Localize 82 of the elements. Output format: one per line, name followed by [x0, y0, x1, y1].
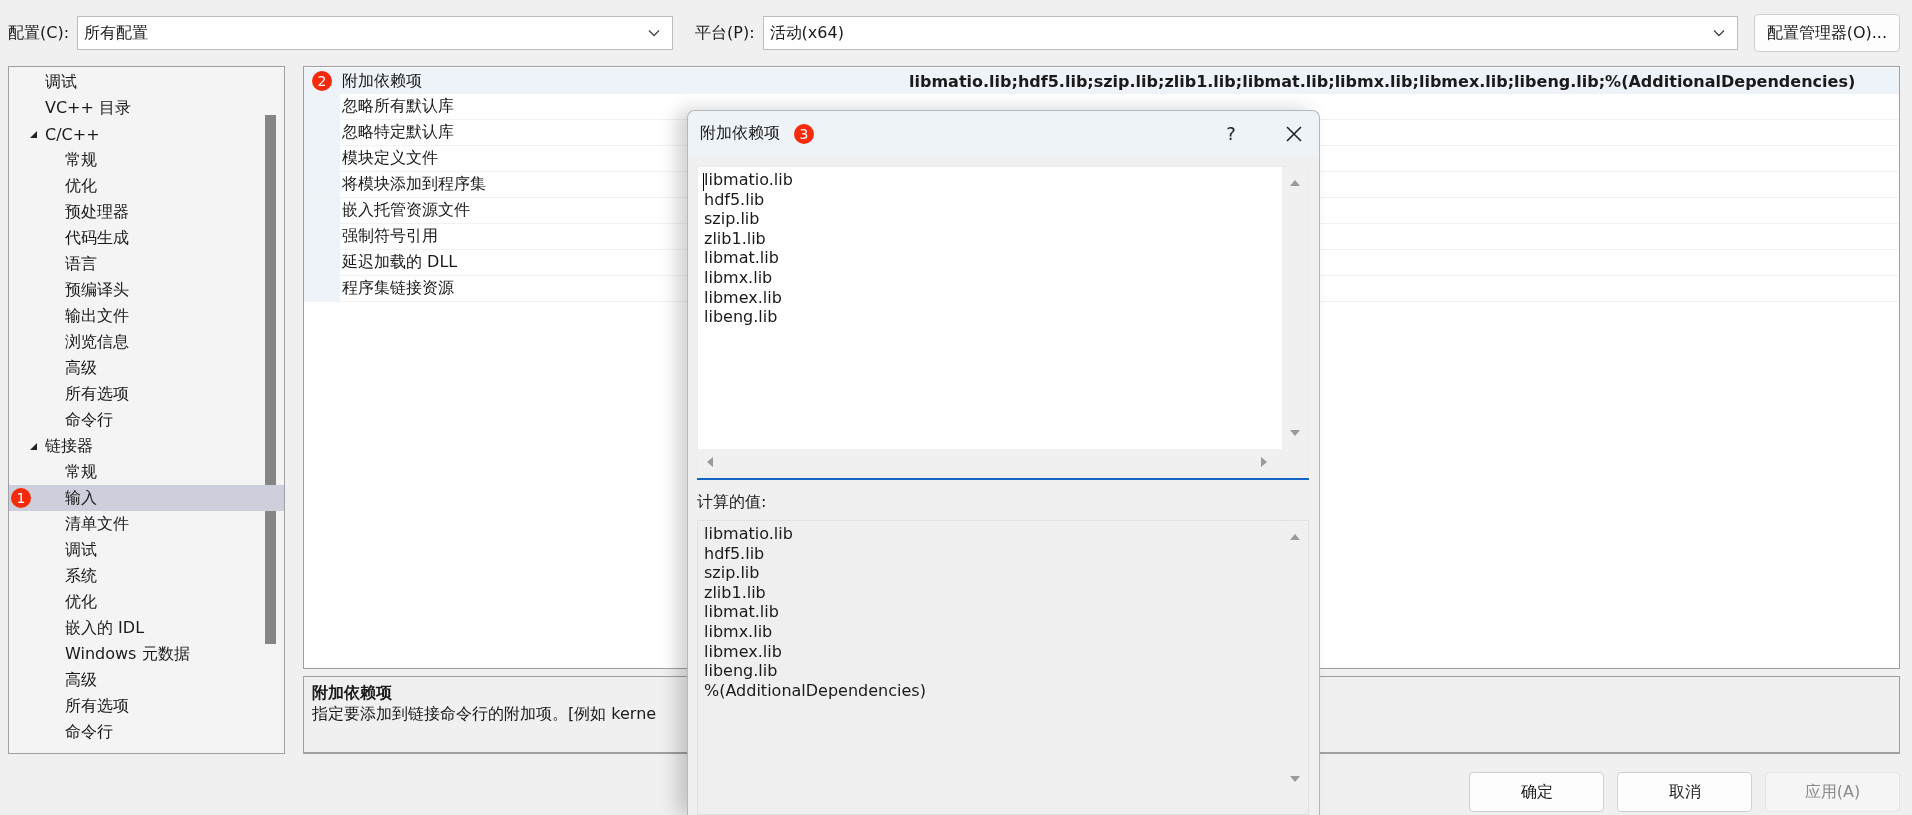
scroll-up-arrow-icon[interactable] — [1289, 179, 1301, 187]
tree-item[interactable]: 1 输入 — [9, 485, 284, 511]
editor-line: hdf5.lib — [704, 189, 766, 210]
tree-item[interactable]: 清单文件 — [9, 511, 284, 537]
expanded-arrow-icon[interactable] — [29, 442, 38, 451]
tree-item[interactable]: 预编译头 — [9, 277, 284, 303]
description-text: 指定要添加到链接命令行的附加项。[例如 kerne — [312, 704, 657, 725]
help-button[interactable]: ? — [1211, 122, 1251, 145]
property-name[interactable]: 延迟加载的 DLL — [340, 252, 458, 273]
tree-item[interactable]: VC++ 目录 — [9, 95, 284, 121]
property-name[interactable]: 将模块添加到程序集 — [340, 174, 486, 195]
property-name[interactable]: 程序集链接资源 — [340, 278, 454, 299]
platform-label: 平台(P): — [695, 22, 755, 44]
tree-item[interactable]: 优化 — [9, 589, 284, 615]
property-name[interactable]: 嵌入托管资源文件 — [340, 200, 470, 221]
tree-item[interactable]: 链接器 — [9, 433, 284, 459]
tree-item[interactable]: 系统 — [9, 563, 284, 589]
scroll-up-arrow-icon[interactable] — [1289, 533, 1301, 541]
tree-item[interactable]: 语言 — [9, 251, 284, 277]
computed-line: %(AdditionalDependencies) — [704, 680, 927, 701]
chevron-down-icon[interactable] — [1712, 29, 1725, 37]
editor-line: libeng.lib — [704, 307, 779, 327]
description-title: 附加依赖项 — [312, 683, 392, 704]
tree-item[interactable]: 调试 — [9, 537, 284, 563]
scrollbar-thumb[interactable] — [265, 115, 276, 644]
platform-dropdown[interactable]: 活动(x64) — [762, 16, 1738, 50]
computed-line: szip.lib — [704, 563, 761, 583]
dialog-button[interactable]: 取消 — [1617, 772, 1752, 812]
number-badge: 3 — [794, 123, 814, 144]
editor-line: szip.lib — [704, 209, 761, 229]
computed-line: libmatio.lib — [704, 524, 794, 544]
close-icon[interactable] — [1285, 124, 1303, 143]
tree-item[interactable]: Windows 元数据 — [9, 641, 284, 667]
tree-item[interactable]: 代码生成 — [9, 225, 284, 251]
scroll-right-arrow-icon[interactable] — [1260, 456, 1268, 468]
number-badge: 1 — [11, 488, 31, 508]
text-cursor — [703, 173, 704, 191]
tree-item[interactable]: 所有选项 — [9, 693, 284, 719]
computed-line: libmat.lib — [704, 602, 780, 622]
property-name[interactable]: 模块定义文件 — [340, 148, 438, 169]
property-name[interactable]: 强制符号引用 — [340, 226, 438, 247]
chevron-down-icon[interactable] — [648, 29, 661, 37]
dialog-button[interactable]: 确定 — [1469, 772, 1604, 812]
editor-line: libmx.lib — [704, 267, 774, 288]
tree-item[interactable]: 高级 — [9, 355, 284, 381]
property-value[interactable]: libmatio.lib;hdf5.lib;szip.lib;zlib1.lib;libmat.lib;libmx.lib;libmex.lib;libeng.lib;%(AdditionalDependencies) — [909, 68, 1899, 94]
scroll-down-arrow-icon[interactable] — [1289, 429, 1301, 437]
computed-line: libmx.lib — [704, 621, 774, 642]
tree-item[interactable]: 常规 — [9, 147, 284, 173]
property-name[interactable]: 忽略特定默认库 — [340, 122, 454, 143]
scroll-down-arrow-icon[interactable] — [1289, 775, 1301, 783]
tree-item[interactable]: 命令行 — [9, 719, 284, 745]
computed-line: zlib1.lib — [704, 582, 767, 603]
number-badge: 2 — [312, 71, 332, 91]
tree-item[interactable]: 调试 — [9, 69, 284, 95]
configuration-dropdown[interactable]: 所有配置 — [77, 16, 674, 50]
tree-item[interactable]: 嵌入的 IDL — [9, 615, 284, 641]
editor-line: libmat.lib — [704, 248, 780, 268]
tree-item[interactable]: 高级 — [9, 667, 284, 693]
computed-line: hdf5.lib — [704, 543, 766, 564]
editor-line: zlib1.lib — [704, 228, 767, 249]
scroll-left-arrow-icon[interactable] — [706, 456, 714, 468]
dialog-title: 附加依赖项 — [700, 123, 780, 144]
text-editor-field[interactable]: libmatio.lib hdf5.lib szip.lib zlib1.lib libmat.lib libmx.lib libmex.lib libeng.lib — [697, 166, 1309, 476]
tree-item[interactable]: 所有选项 — [9, 381, 284, 407]
configuration-label: 配置(C): — [8, 22, 70, 44]
configuration-manager-button[interactable]: 配置管理器(O)... — [1753, 14, 1900, 52]
tree-item[interactable]: C/C++ — [9, 121, 284, 147]
property-name[interactable]: 忽略所有默认库 — [340, 96, 454, 117]
editor-line: libmatio.lib — [704, 170, 794, 190]
tree-item[interactable]: 预处理器 — [9, 199, 284, 225]
tree-item[interactable]: 优化 — [9, 173, 284, 199]
editor-line: libmex.lib — [704, 287, 783, 308]
property-name[interactable]: 附加依赖项 — [340, 70, 422, 92]
expanded-arrow-icon[interactable] — [29, 130, 38, 139]
tree-item[interactable]: 浏览信息 — [9, 329, 284, 355]
computed-line: libeng.lib — [704, 661, 779, 681]
tree-item[interactable]: 输出文件 — [9, 303, 284, 329]
tree-item[interactable]: 常规 — [9, 459, 284, 485]
computed-values-label: 计算的值: — [697, 492, 768, 513]
tree-item[interactable]: 命令行 — [9, 407, 284, 433]
computed-line: libmex.lib — [704, 641, 783, 662]
